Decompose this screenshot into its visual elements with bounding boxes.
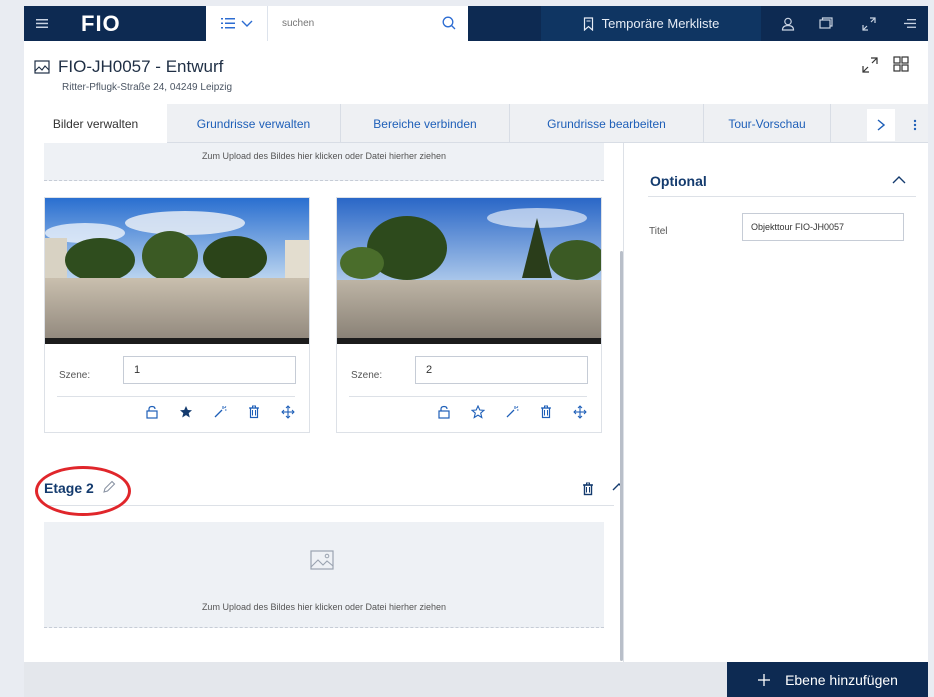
expand-icon [862,16,876,31]
scene-card-2: Szene: [336,197,602,433]
optional-header[interactable]: Optional [648,163,916,197]
tab-grundrisse-verwalten[interactable]: Grundrisse verwalten [167,104,341,143]
search-mode-dropdown[interactable] [206,6,268,41]
search-bar [206,6,468,41]
add-level-label: Ebene hinzufügen [785,671,898,688]
image-icon [34,60,50,74]
upload-hint: Zum Upload des Bildes hier klicken oder … [201,602,447,612]
lock-open-icon[interactable] [435,403,453,421]
fio-logo[interactable]: FIO [81,6,131,41]
tabs-more-button[interactable] [902,109,928,141]
scene-label: Szene: [351,370,383,381]
optional-title: Optional [650,173,707,189]
trash-icon[interactable] [581,482,595,496]
app-window: FIO Temporäre Merkliste [24,6,928,697]
trash-icon[interactable] [245,403,263,421]
star-outline-icon[interactable] [469,403,487,421]
star-filled-icon[interactable] [177,403,195,421]
move-icon[interactable] [279,403,297,421]
titel-label: Titel [649,226,668,237]
tab-bereiche-verbinden[interactable]: Bereiche verbinden [341,104,510,143]
scene-card-1: Szene: [44,197,310,433]
divider [57,396,295,397]
panorama-image-1[interactable] [45,198,309,344]
title-row: FIO-JH0057 - Entwurf [34,57,223,77]
tab-tour-vorschau[interactable]: Tour-Vorschau [704,104,831,143]
upload-dropzone-etage-2[interactable]: Zum Upload des Bildes hier klicken oder … [44,522,604,628]
highlight-circle [35,466,131,516]
tab-grundrisse-bearbeiten[interactable]: Grundrisse bearbeiten [510,104,704,143]
property-address: Ritter-Pflugk-Straße 24, 04249 Leipzig [62,82,233,93]
add-level-button[interactable]: Ebene hinzufügen [727,662,928,697]
scene-number-input[interactable] [123,356,296,384]
merkliste-label: Temporäre Merkliste [601,16,720,31]
lock-open-icon[interactable] [143,403,161,421]
bookmark-icon [583,16,593,31]
side-menu-button[interactable] [895,6,925,41]
optional-panel: Optional Titel [623,143,928,665]
expand-icon[interactable] [862,57,878,73]
scene-number-input[interactable] [415,356,588,384]
upload-dropzone-etage-1[interactable]: Zum Upload des Bildes hier klicken oder … [44,143,604,181]
trash-icon[interactable] [537,403,555,421]
tabs-next-button[interactable] [867,109,895,141]
footer-bar: Ebene hinzufügen [24,662,928,697]
window-button[interactable] [811,6,841,41]
plus-icon [758,673,771,686]
list-icon [220,18,235,29]
grid-view-icon[interactable] [893,56,909,72]
hamburger-menu-button[interactable] [24,6,60,41]
tab-bar: Bilder verwalten Grundrisse verwalten Be… [24,104,928,144]
page-title: FIO-JH0057 - Entwurf [58,57,224,76]
chevron-right-icon [877,119,885,131]
chevron-down-icon [241,20,252,27]
window-icon [819,16,833,29]
panorama-image-2[interactable] [337,198,601,344]
more-vertical-icon [913,119,917,131]
fullscreen-button[interactable] [854,6,884,41]
chevron-up-icon[interactable] [892,175,906,185]
magic-wand-icon[interactable] [503,403,521,421]
titel-input[interactable] [742,213,904,241]
image-placeholder-icon [310,550,334,570]
menu-lines-icon [904,19,916,28]
scene-actions [435,403,589,421]
divider [349,396,587,397]
user-button[interactable] [773,6,803,41]
merkliste-button[interactable]: Temporäre Merkliste [541,6,761,41]
scene-actions [143,403,297,421]
move-icon[interactable] [571,403,589,421]
search-input[interactable] [282,18,422,29]
hamburger-icon [36,19,48,28]
top-bar: FIO Temporäre Merkliste [24,6,928,41]
magic-wand-icon[interactable] [211,403,229,421]
page-header: FIO-JH0057 - Entwurf Ritter-Pflugk-Straß… [24,41,928,104]
user-icon [781,17,795,31]
tab-bilder-verwalten[interactable]: Bilder verwalten [24,104,167,144]
scene-label: Szene: [59,370,91,381]
search-icon[interactable] [442,16,456,30]
